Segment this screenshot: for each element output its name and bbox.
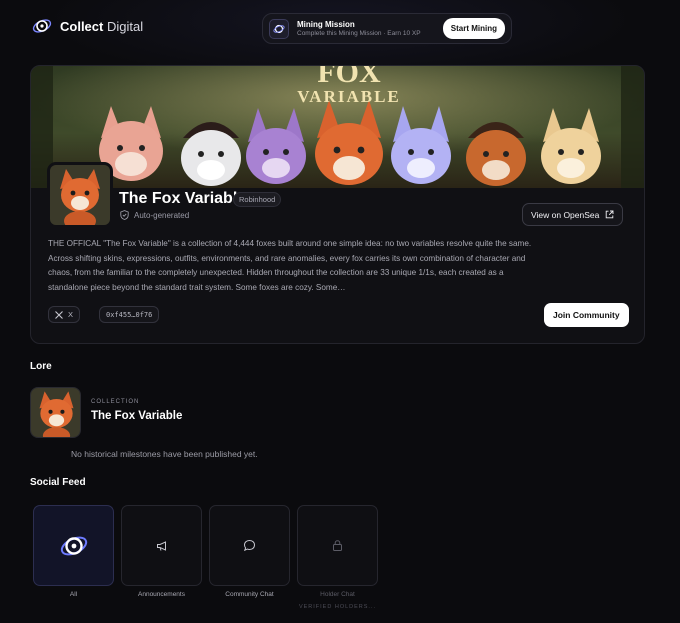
lore-kicker: COLLECTION [91,399,140,405]
svg-text:FOX: FOX [317,66,381,89]
collection-name: The Fox Variable [119,190,247,207]
orbit-logo-icon [273,24,285,33]
auto-generated-label: Auto-generated [120,210,189,220]
shield-icon [120,210,129,220]
collection-avatar [47,162,113,228]
lore-empty-message: No historical milestones have been publi… [71,449,258,459]
feed-label-announcements: Announcements [138,591,185,598]
lore-collection-avatar [30,387,81,438]
svg-text:VARIABLE: VARIABLE [297,87,401,106]
view-on-opensea-button[interactable]: View on OpenSea [522,203,624,226]
start-mining-button[interactable]: Start Mining [442,18,505,39]
contract-address-chip[interactable]: 0xf455…0f76 [99,306,160,323]
mining-mission-banner: Mining Mission Complete this Mining Miss… [262,13,512,44]
collection-card: FOX VARIABLE The Fox Variable Robinhood … [30,65,645,344]
collection-banner: FOX VARIABLE [31,66,644,188]
feed-tile-all[interactable] [33,505,114,586]
mission-icon [269,18,289,39]
brand[interactable]: Collect Digital [32,16,143,36]
lore-section-title: Lore [30,361,52,372]
collection-description: THE OFFICAL "The Fox Variable" is a coll… [48,239,532,292]
brand-name: Collect Digital [60,18,144,34]
feed-label-community-chat: Community Chat [225,591,274,598]
orbit-logo-icon [32,19,52,33]
chat-bubble-icon [243,539,256,552]
join-community-button[interactable]: Join Community [544,303,629,327]
top-bar: Collect Digital Mining Mission Complete … [0,0,680,56]
feed-tile-announcements[interactable] [121,505,202,586]
x-logo-icon [55,310,63,319]
chain-badge: Robinhood [233,192,282,207]
social-feed-section-title: Social Feed [30,477,86,488]
lore-collection-name: The Fox Variable [91,410,183,422]
feed-tile-holder-chat[interactable] [297,505,378,586]
mission-subtitle: Complete this Mining Mission · Earn 10 X… [297,29,421,37]
feed-label-holder-chat: Holder Chat [320,591,355,598]
external-link-icon [606,210,614,219]
lock-icon [333,540,342,551]
feed-label-all: All [69,591,78,598]
megaphone-icon [156,540,166,551]
feed-tile-community-chat[interactable] [209,505,290,586]
mission-title: Mining Mission [297,19,355,29]
feed-sublabel-holder-chat: VERIFIED HOLDERS... [298,604,377,610]
x-social-link[interactable]: X [48,306,81,323]
orbit-logo-icon [60,536,87,555]
